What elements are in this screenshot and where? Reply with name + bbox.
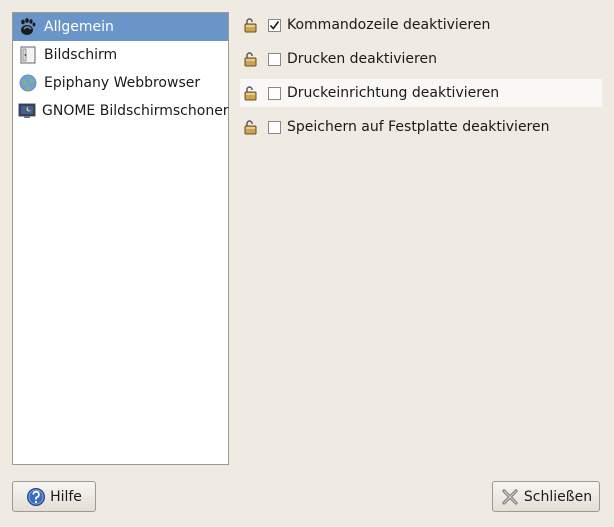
kommandozeile-checkbox[interactable] [268,18,281,32]
druckeinrichtung-checkbox[interactable] [268,86,281,100]
close-button-label: Schließen [523,488,593,505]
option-row-druckeinrichtung: Druckeinrichtung deaktivieren [240,79,602,107]
unlocked-padlock-icon[interactable] [242,84,260,102]
sidebar-item-epiphany[interactable]: Epiphany Webbrowser [13,69,228,97]
speichern-checkbox[interactable] [268,120,281,134]
lockdown-options: Kommandozeile deaktivieren Drucken deakt… [240,11,602,147]
drucken-label: Drucken deaktivieren [287,51,437,67]
sidebar-item-label: Allgemein [44,19,114,35]
category-list: Allgemein Bildschirm Epiphany Webbrowser [12,12,229,465]
help-button-label: Hilfe [50,488,82,505]
display-icon [17,44,39,66]
unlocked-padlock-icon[interactable] [242,50,260,68]
sidebar-item-label: GNOME Bildschirmschoner [42,103,229,119]
screensaver-icon [17,100,37,122]
unlocked-padlock-icon[interactable] [242,16,260,34]
help-button[interactable]: Hilfe [12,481,96,512]
sidebar-item-bildschirm[interactable]: Bildschirm [13,41,228,69]
sidebar-item-allgemein[interactable]: Allgemein [13,13,228,41]
speichern-label: Speichern auf Festplatte deaktivieren [287,119,550,135]
kommandozeile-label: Kommandozeile deaktivieren [287,17,491,33]
close-button[interactable]: Schließen [492,481,600,512]
option-row-drucken: Drucken deaktivieren [240,45,602,73]
help-icon [26,487,46,507]
globe-icon [17,72,39,94]
drucken-checkbox[interactable] [268,52,281,66]
sidebar-item-label: Epiphany Webbrowser [44,75,201,91]
unlocked-padlock-icon[interactable] [242,118,260,136]
close-icon [500,487,520,507]
sidebar-item-label: Bildschirm [44,47,118,63]
gnome-foot-icon [17,16,39,38]
sidebar-item-gnome-bildschirmschoner[interactable]: GNOME Bildschirmschoner [13,97,229,125]
option-row-kommandozeile: Kommandozeile deaktivieren [240,11,602,39]
option-row-speichern: Speichern auf Festplatte deaktivieren [240,113,602,141]
druckeinrichtung-label: Druckeinrichtung deaktivieren [287,85,500,101]
